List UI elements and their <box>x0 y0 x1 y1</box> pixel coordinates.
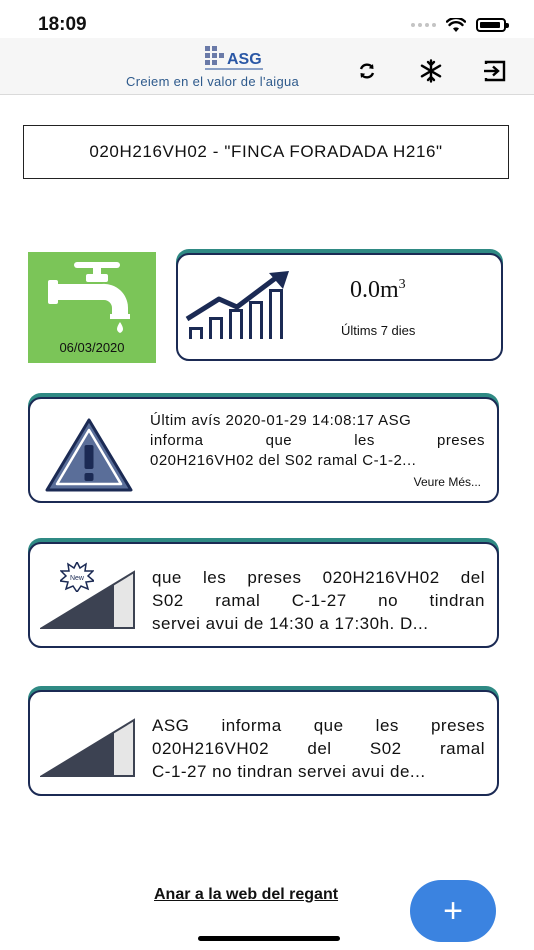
logout-button[interactable] <box>482 58 508 84</box>
alert-card[interactable]: Últim avís 2020-01-29 14:08:17 ASG infor… <box>28 397 499 503</box>
consumption-card[interactable]: 0.0m3 Últims 7 dies <box>176 253 503 361</box>
water-tap-icon <box>48 262 130 333</box>
tap-date: 06/03/2020 <box>59 340 125 355</box>
new-badge-icon: New <box>60 562 94 592</box>
news-message: ASG informa que les preses 020H216VH02 d… <box>152 716 485 781</box>
asg-logo: ASG <box>205 46 263 70</box>
refresh-button[interactable] <box>354 58 380 84</box>
news-item[interactable]: ASG informa que les preses 020H216VH02 d… <box>28 690 499 796</box>
volume-period: Últims 7 dies <box>341 323 416 338</box>
logout-icon <box>484 60 506 82</box>
wifi-icon <box>446 17 466 32</box>
svg-text:New: New <box>70 575 85 582</box>
growth-chart-icon <box>185 271 289 339</box>
warning-icon <box>45 418 133 492</box>
see-more-link[interactable]: Veure Més... <box>414 475 481 489</box>
web-link[interactable]: Anar a la web del regant <box>154 886 338 904</box>
snowflake-icon <box>420 59 442 83</box>
news-message: que les preses 020H216VH02 del S02 ramal… <box>152 568 485 633</box>
app-header: ASG Creiem en el valor de l'aigua <box>0 38 534 95</box>
snowflake-button[interactable] <box>418 58 444 84</box>
news-item[interactable]: New que les preses 020H216VH02 del S02 r… <box>28 542 499 648</box>
cellular-signal-icon <box>411 23 436 27</box>
battery-icon <box>476 18 509 32</box>
news-ramp-icon <box>40 718 135 777</box>
meter-title: 020H216VH02 - "FINCA FORADADA H216" <box>23 125 509 179</box>
volume-value: 0.0m3 <box>350 277 406 303</box>
status-icons <box>411 14 509 36</box>
tap-card[interactable]: 06/03/2020 <box>28 252 156 363</box>
plus-icon: + <box>443 891 463 930</box>
add-button[interactable]: + <box>410 880 496 942</box>
home-indicator <box>198 936 340 941</box>
refresh-icon <box>359 63 375 79</box>
tagline: Creiem en el valor de l'aigua <box>126 74 300 89</box>
status-time: 18:09 <box>38 14 87 35</box>
brand-text: ASG <box>227 51 262 68</box>
alert-message: Últim avís 2020-01-29 14:08:17 ASG infor… <box>150 412 485 469</box>
